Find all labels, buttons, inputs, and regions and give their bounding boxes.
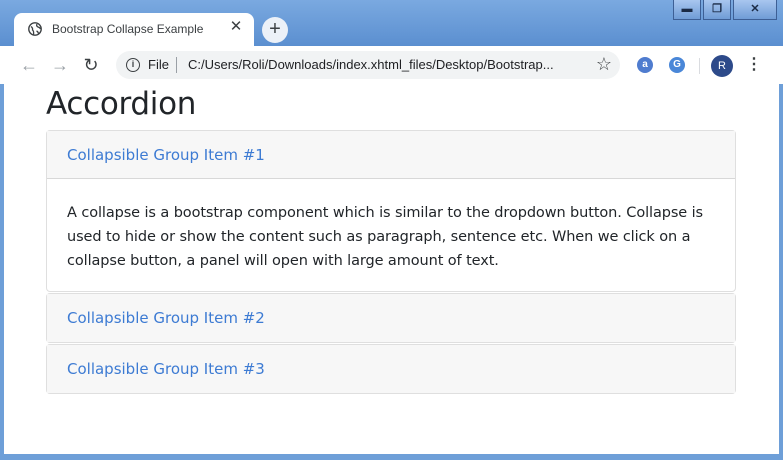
window-controls: ▬ ❐ ✕ xyxy=(671,0,777,22)
new-tab-button[interactable]: + xyxy=(262,17,288,43)
collapse-link-1[interactable]: Collapsible Group Item #1 xyxy=(67,146,265,164)
close-tab-icon[interactable]: ✕ xyxy=(228,19,244,35)
back-button[interactable]: ← xyxy=(18,54,40,76)
scheme-label: File xyxy=(148,57,169,72)
collapse-link-2[interactable]: Collapsible Group Item #2 xyxy=(67,309,265,327)
close-window-button[interactable]: ✕ xyxy=(733,0,777,20)
browser-window: Bootstrap Collapse Example ✕ + ▬ ❐ ✕ ← →… xyxy=(0,0,783,460)
accordion: Collapsible Group Item #1 A collapse is … xyxy=(46,130,736,395)
page-title: Accordion xyxy=(46,86,197,122)
collapse-link-3[interactable]: Collapsible Group Item #3 xyxy=(67,360,265,378)
menu-icon[interactable]: ⋮ xyxy=(746,54,762,76)
address-divider xyxy=(176,57,177,73)
accordion-card-2: Collapsible Group Item #2 xyxy=(46,293,736,343)
tab-strip: Bootstrap Collapse Example ✕ + ▬ ❐ ✕ xyxy=(0,0,783,46)
card-body-1: A collapse is a bootstrap component whic… xyxy=(67,205,704,269)
extension-a-icon[interactable]: a xyxy=(637,57,653,73)
card-header-2[interactable]: Collapsible Group Item #2 xyxy=(47,294,735,342)
profile-avatar[interactable]: R xyxy=(711,55,733,77)
tab-title: Bootstrap Collapse Example xyxy=(52,22,204,36)
page-content: Accordion Collapsible Group Item #1 A co… xyxy=(4,84,779,454)
reload-button[interactable]: ↻ xyxy=(80,54,102,76)
globe-icon xyxy=(28,22,42,36)
accordion-card-3: Collapsible Group Item #3 xyxy=(46,344,736,394)
maximize-button[interactable]: ❐ xyxy=(703,0,731,20)
bookmark-star-icon[interactable]: ☆ xyxy=(596,54,612,75)
card-header-3[interactable]: Collapsible Group Item #3 xyxy=(47,345,735,393)
browser-toolbar: ← → ↻ i File C:/Users/Roli/Downloads/ind… xyxy=(0,46,783,84)
accordion-card-1: Collapsible Group Item #1 A collapse is … xyxy=(46,130,736,292)
toolbar-divider xyxy=(699,58,700,74)
extension-g-icon[interactable]: G xyxy=(669,57,685,73)
url-text[interactable]: C:/Users/Roli/Downloads/index.xhtml_file… xyxy=(188,57,554,72)
info-icon[interactable]: i xyxy=(126,58,140,72)
address-bar[interactable]: i File C:/Users/Roli/Downloads/index.xht… xyxy=(116,51,620,79)
forward-button[interactable]: → xyxy=(49,54,71,76)
window-bottom-border xyxy=(0,454,783,460)
card-header-1[interactable]: Collapsible Group Item #1 xyxy=(47,131,735,179)
browser-tab[interactable]: Bootstrap Collapse Example ✕ xyxy=(14,13,254,46)
minimize-button[interactable]: ▬ xyxy=(673,0,701,20)
